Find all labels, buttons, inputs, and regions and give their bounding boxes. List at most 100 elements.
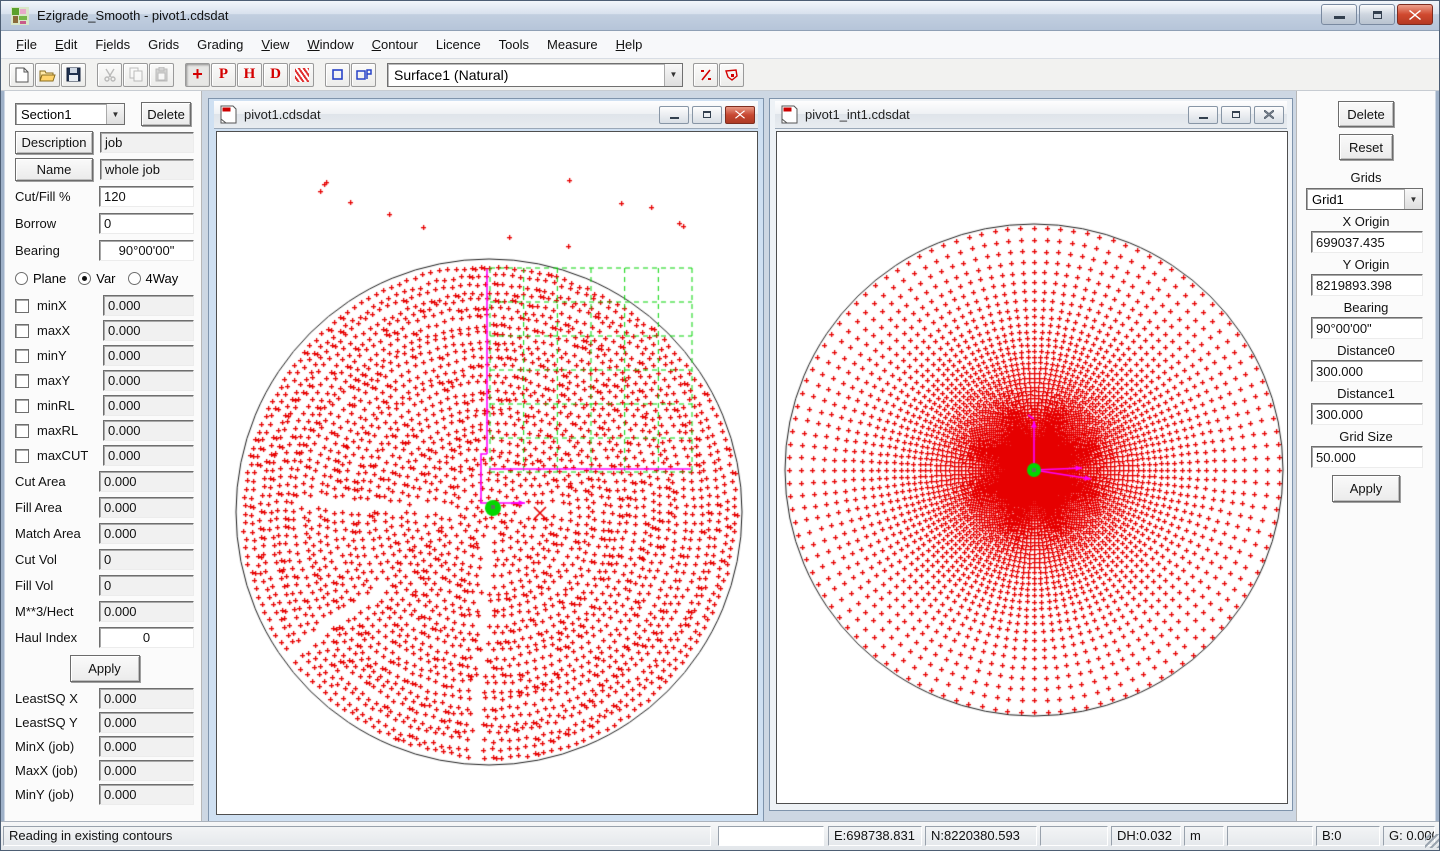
menu-tools[interactable]: Tools: [490, 32, 538, 57]
minX-field[interactable]: 0.000: [103, 295, 194, 316]
maxY-checkbox[interactable]: [15, 374, 29, 388]
menu-help[interactable]: Help: [607, 32, 652, 57]
pivot1-plot-canvas[interactable]: [217, 132, 757, 814]
menu-window[interactable]: Window: [298, 32, 362, 57]
x-origin-field[interactable]: 699037.435: [1311, 231, 1423, 253]
radio-label: Plane: [33, 271, 66, 286]
chevron-down-icon[interactable]: ▼: [664, 64, 682, 86]
maxX-field[interactable]: 0.000: [103, 320, 194, 341]
surface-combo[interactable]: Surface1 (Natural) ▼: [387, 63, 683, 87]
minRL-field[interactable]: 0.000: [103, 395, 194, 416]
match-area-field[interactable]: 0.000: [99, 523, 194, 544]
fill-vol-field[interactable]: 0: [99, 575, 194, 596]
slope-button[interactable]: [693, 63, 718, 87]
borrow-field[interactable]: 0: [99, 213, 194, 234]
child1-restore-button[interactable]: [692, 106, 722, 124]
minx-job--field[interactable]: 0.000: [99, 736, 194, 757]
grid-size-field[interactable]: 50.000: [1311, 446, 1423, 468]
child2-close-button[interactable]: [1254, 106, 1284, 124]
name-field[interactable]: whole job: [100, 159, 194, 180]
copy-button[interactable]: [123, 63, 148, 87]
radio-var[interactable]: Var: [78, 271, 115, 286]
description-field[interactable]: job: [100, 132, 194, 153]
y-origin-field[interactable]: 8219893.398: [1311, 274, 1423, 296]
new-file-button[interactable]: [9, 63, 34, 87]
section-delete-button[interactable]: Delete: [141, 102, 191, 126]
minY-field[interactable]: 0.000: [103, 345, 194, 366]
document-icon: [781, 105, 798, 124]
bearing-field[interactable]: 90°00'00": [99, 240, 194, 261]
name-button[interactable]: Name: [15, 158, 93, 181]
radio-plane[interactable]: Plane: [15, 271, 66, 286]
minY-checkbox[interactable]: [15, 349, 29, 363]
minRL-checkbox[interactable]: [15, 399, 29, 413]
maxRL-checkbox[interactable]: [15, 424, 29, 438]
grid-flag-button[interactable]: [351, 63, 376, 87]
maxCUT-field[interactable]: 0.000: [103, 445, 194, 466]
application-window: Ezigrade_Smooth - pivot1.cdsdat FileEdit…: [0, 0, 1440, 851]
pivot1-int1-plot-canvas[interactable]: [777, 132, 1287, 803]
menu-licence[interactable]: Licence: [427, 32, 490, 57]
minimize-button[interactable]: [1321, 4, 1357, 25]
cut-area-field[interactable]: 0.000: [99, 471, 194, 492]
child2-title-bar[interactable]: pivot1_int1.cdsdat: [775, 101, 1287, 129]
hatch-button[interactable]: [289, 63, 314, 87]
child1-title-bar[interactable]: pivot1.cdsdat: [214, 101, 758, 129]
grid-square-button[interactable]: [325, 63, 350, 87]
maxx-job--field[interactable]: 0.000: [99, 760, 194, 781]
toolbar-H-button[interactable]: H: [237, 63, 262, 87]
resize-grip[interactable]: [1425, 834, 1439, 848]
menu-file[interactable]: File: [7, 32, 46, 57]
restore-button[interactable]: [1359, 4, 1395, 25]
distance0-field[interactable]: 300.000: [1311, 360, 1423, 382]
distance1-field[interactable]: 300.000: [1311, 403, 1423, 425]
cut-button[interactable]: [97, 63, 122, 87]
menu-grids[interactable]: Grids: [139, 32, 188, 57]
maxX-checkbox[interactable]: [15, 324, 29, 338]
leastsq-x-field[interactable]: 0.000: [99, 688, 194, 709]
menu-edit[interactable]: Edit: [46, 32, 86, 57]
chevron-down-icon[interactable]: ▼: [1404, 189, 1422, 209]
haul-index-field[interactable]: 0: [99, 627, 194, 648]
toolbar-plus-button[interactable]: +: [185, 63, 210, 87]
maxCUT-checkbox[interactable]: [15, 449, 29, 463]
fill-area-field[interactable]: 0.000: [99, 497, 194, 518]
grid-reset-button[interactable]: Reset: [1339, 134, 1393, 160]
bearing-field[interactable]: 90°00'00": [1311, 317, 1423, 339]
section-combo[interactable]: Section1 ▼: [15, 103, 125, 125]
maxY-field[interactable]: 0.000: [103, 370, 194, 391]
child1-minimize-button[interactable]: [659, 106, 689, 124]
child2-minimize-button[interactable]: [1188, 106, 1218, 124]
open-file-button[interactable]: [35, 63, 60, 87]
status-segment-4: DH:0.032: [1111, 826, 1181, 846]
cut-fill-pct-field[interactable]: 120: [99, 186, 194, 207]
cut-vol-label: Cut Vol: [15, 552, 99, 567]
grid-combo[interactable]: Grid1 ▼: [1306, 188, 1423, 210]
leastsq-y-field[interactable]: 0.000: [99, 712, 194, 733]
maxRL-field[interactable]: 0.000: [103, 420, 194, 441]
minX-checkbox[interactable]: [15, 299, 29, 313]
toolbar-P-button[interactable]: P: [211, 63, 236, 87]
status-segment-0[interactable]: [718, 826, 824, 846]
menu-contour[interactable]: Contour: [363, 32, 427, 57]
menu-grading[interactable]: Grading: [188, 32, 252, 57]
menu-measure[interactable]: Measure: [538, 32, 607, 57]
grid-apply-button[interactable]: Apply: [1332, 475, 1400, 502]
miny-job--field[interactable]: 0.000: [99, 784, 194, 805]
close-button[interactable]: [1397, 4, 1433, 25]
m-3-hect-field[interactable]: 0.000: [99, 601, 194, 622]
cut-vol-field[interactable]: 0: [99, 549, 194, 570]
description-button[interactable]: Description: [15, 131, 93, 154]
section-apply-button[interactable]: Apply: [70, 655, 140, 682]
child1-close-button[interactable]: [725, 106, 755, 124]
menu-view[interactable]: View: [252, 32, 298, 57]
chevron-down-icon[interactable]: ▼: [106, 104, 124, 124]
toolbar-D-button[interactable]: D: [263, 63, 288, 87]
child2-restore-button[interactable]: [1221, 106, 1251, 124]
save-button[interactable]: [61, 63, 86, 87]
boundary-button[interactable]: [719, 63, 744, 87]
radio-4way[interactable]: 4Way: [128, 271, 179, 286]
grid-delete-button[interactable]: Delete: [1338, 101, 1394, 127]
paste-button[interactable]: [149, 63, 174, 87]
menu-fields[interactable]: Fields: [86, 32, 139, 57]
